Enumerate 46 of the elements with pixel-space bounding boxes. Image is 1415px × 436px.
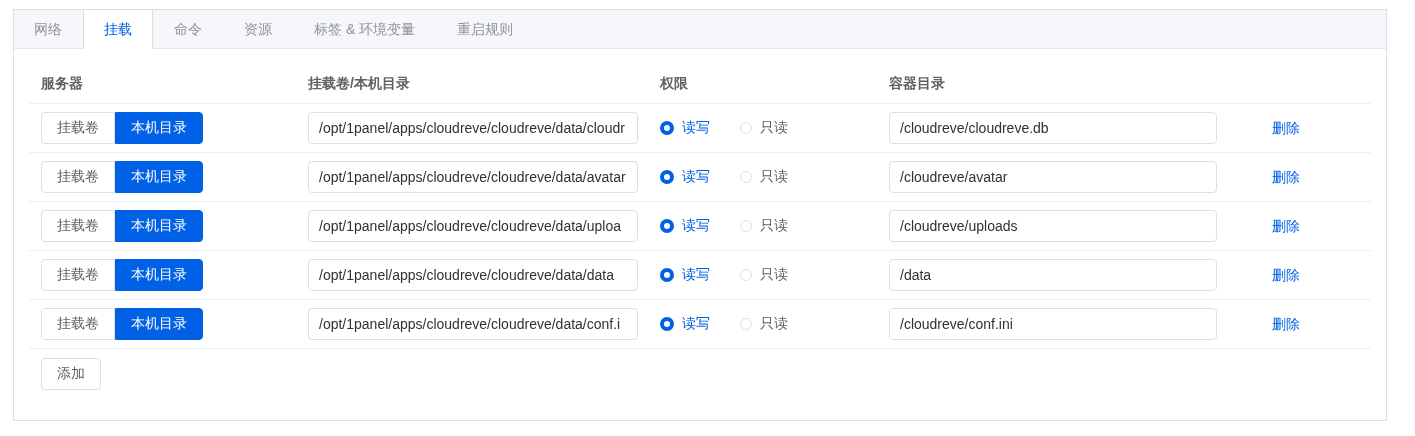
radio-label[interactable]: 只读 <box>760 217 788 235</box>
radio-label[interactable]: 读写 <box>682 168 710 186</box>
segment-button[interactable]: 挂载卷 <box>41 259 115 291</box>
input-field[interactable]: /cloudreve/uploads <box>889 210 1217 242</box>
radio-button[interactable] <box>660 121 674 135</box>
add-button[interactable]: 添加 <box>41 358 101 390</box>
segment-button[interactable]: 本机目录 <box>115 210 203 242</box>
radio-label[interactable]: 读写 <box>682 266 710 284</box>
column-header: 服务器 <box>41 75 84 93</box>
segment-button[interactable]: 挂载卷 <box>41 112 115 144</box>
column-header: 权限 <box>660 75 689 93</box>
radio-label[interactable]: 只读 <box>760 168 788 186</box>
segment-button[interactable]: 挂载卷 <box>41 210 115 242</box>
delete-link[interactable]: 删除 <box>1272 119 1300 136</box>
delete-link[interactable]: 删除 <box>1272 266 1300 283</box>
delete-link[interactable]: 删除 <box>1272 217 1300 234</box>
radio-button[interactable] <box>660 170 674 184</box>
input-field[interactable]: /opt/1panel/apps/cloudreve/cloudreve/data/uploa <box>308 210 638 242</box>
delete-link[interactable]: 删除 <box>1272 168 1300 185</box>
radio-button[interactable] <box>660 317 674 331</box>
radio-label[interactable]: 只读 <box>760 266 788 284</box>
column-header: 挂载卷/本机目录 <box>308 75 411 93</box>
input-field[interactable]: /opt/1panel/apps/cloudreve/cloudreve/data/data <box>308 259 638 291</box>
radio-label[interactable]: 只读 <box>760 315 788 333</box>
input-field[interactable]: /cloudreve/conf.ini <box>889 308 1217 340</box>
input-field[interactable]: /opt/1panel/apps/cloudreve/cloudreve/data/cloudr <box>308 112 638 144</box>
radio-label[interactable]: 读写 <box>682 217 710 235</box>
radio-label[interactable]: 读写 <box>682 315 710 333</box>
segment-button[interactable]: 本机目录 <box>115 308 203 340</box>
radio-button[interactable] <box>660 268 674 282</box>
input-field[interactable]: /cloudreve/avatar <box>889 161 1217 193</box>
radio-label[interactable]: 读写 <box>682 119 710 137</box>
segment-button[interactable]: 挂载卷 <box>41 161 115 193</box>
input-field[interactable]: /data <box>889 259 1217 291</box>
input-field[interactable]: /opt/1panel/apps/cloudreve/cloudreve/data/conf.i <box>308 308 638 340</box>
radio-label[interactable]: 只读 <box>760 119 788 137</box>
tab[interactable]: 挂载 <box>83 10 153 49</box>
input-field[interactable]: /cloudreve/cloudreve.db <box>889 112 1217 144</box>
segment-button[interactable]: 挂载卷 <box>41 308 115 340</box>
delete-link[interactable]: 删除 <box>1272 315 1300 332</box>
column-header: 容器目录 <box>889 75 946 93</box>
input-field[interactable]: /opt/1panel/apps/cloudreve/cloudreve/data/avatar <box>308 161 638 193</box>
segment-button[interactable]: 本机目录 <box>115 161 203 193</box>
radio-button[interactable] <box>660 219 674 233</box>
segment-button[interactable]: 本机目录 <box>115 112 203 144</box>
segment-button[interactable]: 本机目录 <box>115 259 203 291</box>
